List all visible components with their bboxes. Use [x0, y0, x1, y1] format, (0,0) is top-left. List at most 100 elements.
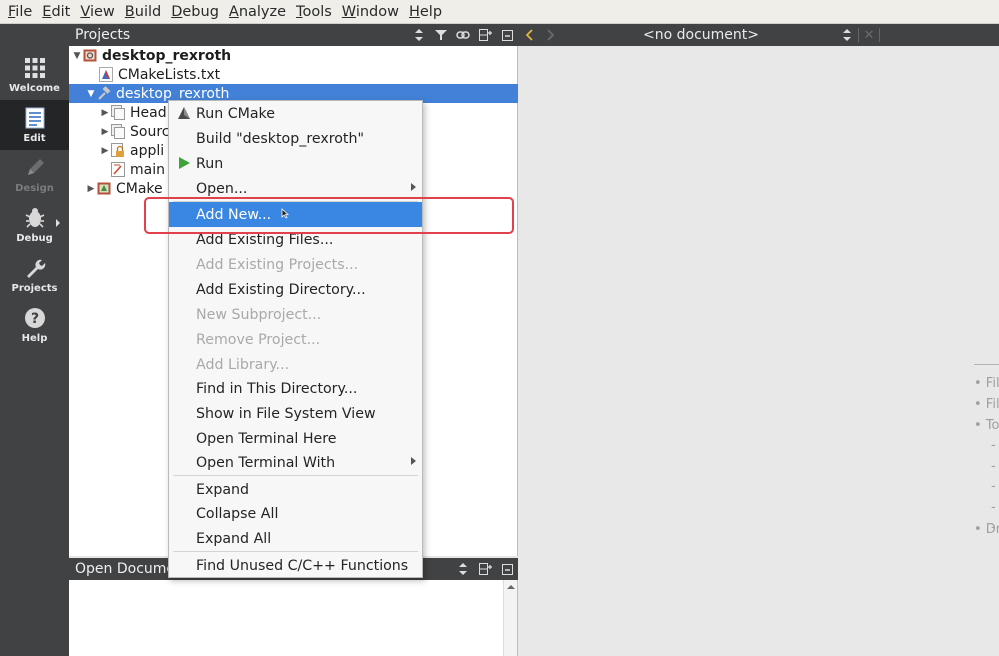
- menu-file[interactable]: File: [3, 0, 37, 24]
- menu-item-open-terminal-with[interactable]: Open Terminal With: [169, 450, 422, 475]
- project-icon: [83, 48, 97, 63]
- projects-panel-header: Projects: [69, 24, 518, 46]
- menu-item-remove-project: Remove Project...: [169, 327, 422, 352]
- hint-text: -: [991, 500, 996, 515]
- menu-view[interactable]: View: [75, 0, 119, 24]
- svg-text:?: ?: [30, 311, 38, 327]
- scroll-up-icon[interactable]: [507, 585, 515, 589]
- submenu-arrow-icon: [411, 183, 416, 191]
- menu-window[interactable]: Window: [337, 0, 404, 24]
- expand-arrow-icon[interactable]: ▶: [99, 127, 111, 137]
- split-icon[interactable]: [474, 558, 496, 580]
- cmake-icon: [177, 106, 191, 120]
- close-pane-icon[interactable]: [496, 24, 518, 46]
- mode-label: Debug: [16, 233, 53, 244]
- menu-item-collapse-all[interactable]: Collapse All: [169, 501, 422, 526]
- menu-separator: [173, 475, 418, 476]
- expand-arrow-icon[interactable]: ▼: [85, 89, 97, 99]
- menu-item-label: New Subproject...: [196, 306, 322, 323]
- cmake-modules-icon: [97, 181, 111, 196]
- vertical-scrollbar[interactable]: [503, 580, 517, 656]
- help-icon: ?: [23, 306, 47, 330]
- menu-help[interactable]: Help: [404, 0, 447, 24]
- mode-label: Welcome: [9, 83, 60, 94]
- menu-item-label: Run: [196, 155, 224, 172]
- hint-divider: [974, 364, 999, 365]
- mode-design: Design: [0, 150, 69, 200]
- close-document-icon: ✕: [863, 27, 875, 43]
- menu-item-label: Collapse All: [196, 505, 279, 522]
- menu-item-label: Open Terminal With: [196, 454, 336, 471]
- menu-item-find-unused-functions[interactable]: Find Unused C/C++ Functions: [169, 553, 422, 578]
- menu-item-label: Add Library...: [196, 356, 290, 373]
- sort-updown-icon[interactable]: [408, 24, 430, 46]
- menu-bar: File Edit View Build Debug Analyze Tools…: [0, 0, 999, 24]
- link-icon[interactable]: [452, 24, 474, 46]
- panel-title: Projects: [75, 27, 131, 43]
- mode-label: Projects: [11, 283, 58, 294]
- tree-row[interactable]: CMakeLists.txt: [69, 65, 518, 84]
- expand-arrow-icon[interactable]: ▶: [85, 184, 97, 194]
- document-name: <no document>: [643, 27, 759, 43]
- mode-debug[interactable]: Debug: [0, 200, 69, 250]
- submenu-arrow-icon: [411, 457, 416, 465]
- menu-edit[interactable]: Edit: [37, 0, 75, 24]
- menu-item-open-terminal-here[interactable]: Open Terminal Here: [169, 426, 422, 451]
- menu-item-label: Open...: [196, 180, 248, 197]
- mode-help[interactable]: ? Help: [0, 300, 69, 350]
- sort-updown-icon[interactable]: [452, 558, 474, 580]
- forward-arrow-icon: [540, 29, 562, 41]
- menu-item-build[interactable]: Build "desktop_rexroth": [169, 126, 422, 151]
- expand-arrow-icon[interactable]: ▶: [99, 146, 111, 156]
- hint-text: -: [991, 479, 996, 494]
- menu-item-label: Run CMake: [196, 105, 275, 122]
- hint-text: • Dra: [974, 522, 999, 537]
- close-pane-icon[interactable]: [496, 558, 518, 580]
- wrench-icon: [23, 256, 47, 280]
- menu-item-new-subproject: New Subproject...: [169, 302, 422, 327]
- menu-item-expand[interactable]: Expand: [169, 477, 422, 502]
- tree-row[interactable]: ▼ desktop_rexroth: [69, 46, 518, 65]
- menu-item-find-in-directory[interactable]: Find in This Directory...: [169, 376, 422, 401]
- source-file-icon: [111, 162, 125, 177]
- lock-folder-icon: [111, 143, 125, 158]
- menu-item-label: Add Existing Projects...: [196, 256, 359, 273]
- document-selector[interactable]: <no document>: [562, 27, 854, 43]
- menu-analyze[interactable]: Analyze: [224, 0, 291, 24]
- tree-label: Sourc: [130, 123, 170, 140]
- sort-updown-icon: [840, 29, 854, 41]
- tree-label: CMakeLists.txt: [118, 66, 221, 83]
- open-documents-list: [69, 580, 518, 656]
- context-menu: Run CMake Build "desktop_rexroth" Run Op…: [168, 100, 423, 578]
- pencil-icon: [23, 156, 47, 180]
- menu-item-show-in-file-system[interactable]: Show in File System View: [169, 401, 422, 426]
- document-icon: [23, 106, 47, 130]
- expand-arrow-icon[interactable]: ▼: [71, 51, 83, 61]
- menu-item-add-existing-directory[interactable]: Add Existing Directory...: [169, 277, 422, 302]
- editor-area: • File • File • Too - - - - - • Dra: [518, 46, 999, 656]
- split-icon[interactable]: [474, 24, 496, 46]
- menu-tools[interactable]: Tools: [291, 0, 337, 24]
- menu-item-run-cmake[interactable]: Run CMake: [169, 101, 422, 126]
- tree-label: Head: [130, 104, 167, 121]
- menu-item-label: Expand: [196, 481, 250, 498]
- grid-icon: [23, 56, 47, 80]
- expand-arrow-icon[interactable]: ▶: [99, 108, 111, 118]
- menu-item-label: Expand All: [196, 530, 272, 547]
- menu-separator: [173, 551, 418, 552]
- mode-welcome[interactable]: Welcome: [0, 50, 69, 100]
- menu-item-label: Show in File System View: [196, 405, 376, 422]
- mode-projects[interactable]: Projects: [0, 250, 69, 300]
- run-icon: [177, 156, 191, 170]
- back-arrow-icon[interactable]: [518, 29, 540, 41]
- chevron-right-icon: [56, 219, 60, 227]
- filter-icon[interactable]: [430, 24, 452, 46]
- separator: [879, 28, 880, 42]
- menu-item-label: Build "desktop_rexroth": [196, 130, 365, 147]
- menu-item-expand-all[interactable]: Expand All: [169, 526, 422, 551]
- menu-build[interactable]: Build: [120, 0, 166, 24]
- hint-text: -: [991, 438, 996, 453]
- menu-item-run[interactable]: Run: [169, 151, 422, 176]
- menu-debug[interactable]: Debug: [166, 0, 224, 24]
- mode-edit[interactable]: Edit: [0, 100, 69, 150]
